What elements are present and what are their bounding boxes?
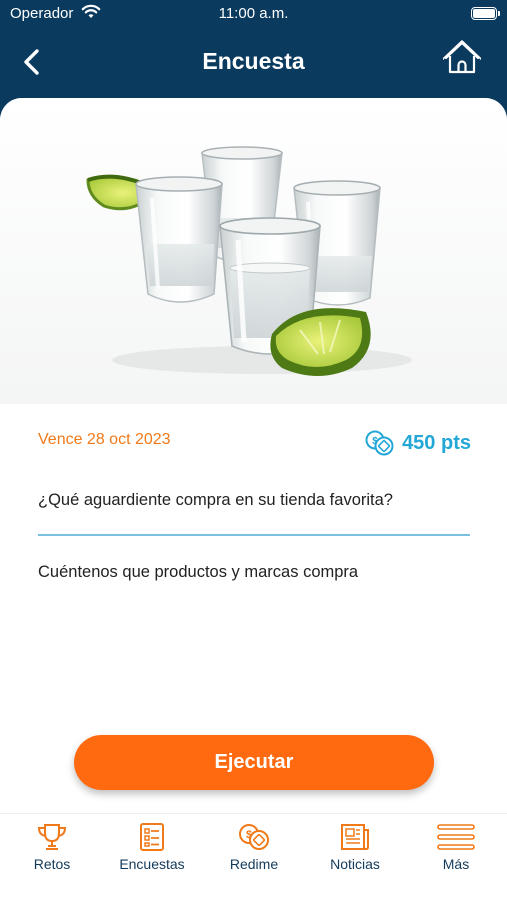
- tab-label: Noticias: [330, 856, 380, 872]
- survey-list-icon: [140, 823, 164, 851]
- tab-label: Más: [442, 856, 470, 872]
- tab-label: Redime: [229, 856, 279, 872]
- status-bar: Operador 11:00 a.m.: [0, 4, 507, 26]
- survey-card: Vence 28 oct 2023 $ 450 pts ¿Qué aguardi…: [0, 98, 507, 813]
- coins-icon: $: [365, 430, 394, 456]
- nav-bar: Encuesta: [0, 40, 507, 84]
- battery-tip: [498, 11, 500, 16]
- coins-icon: $: [239, 824, 269, 850]
- menu-icon: [437, 824, 475, 850]
- clock: 11:00 a.m.: [218, 5, 289, 22]
- survey-hero-image: [0, 98, 507, 404]
- tab-encuestas[interactable]: Encuestas: [107, 822, 197, 878]
- survey-description: Cuéntenos que productos y marcas compra: [38, 563, 359, 581]
- divider: [38, 534, 470, 536]
- tab-label: Retos: [33, 856, 71, 872]
- trophy-icon: [37, 824, 67, 850]
- points-reward: $ 450 pts: [364, 429, 471, 457]
- page-title: Encuesta: [202, 48, 305, 74]
- home-icon[interactable]: [443, 40, 481, 76]
- expiration-date: Vence 28 oct 2023: [38, 431, 171, 448]
- home-indicator-area: [0, 883, 507, 900]
- points-value: 450 pts: [402, 431, 471, 454]
- newspaper-icon: [341, 824, 369, 850]
- tab-retos[interactable]: Retos: [7, 822, 97, 878]
- tab-noticias[interactable]: Noticias: [310, 822, 400, 878]
- tab-mas[interactable]: Más: [411, 822, 501, 878]
- survey-question: ¿Qué aguardiente compra en su tienda fav…: [38, 491, 393, 509]
- bottom-tab-bar: Retos Encuestas $ Redime Noticias Más: [0, 813, 507, 883]
- execute-button[interactable]: Ejecutar: [74, 735, 434, 790]
- battery-icon: [471, 7, 497, 20]
- tab-label: Encuestas: [119, 856, 185, 872]
- tab-redime[interactable]: $ Redime: [209, 822, 299, 878]
